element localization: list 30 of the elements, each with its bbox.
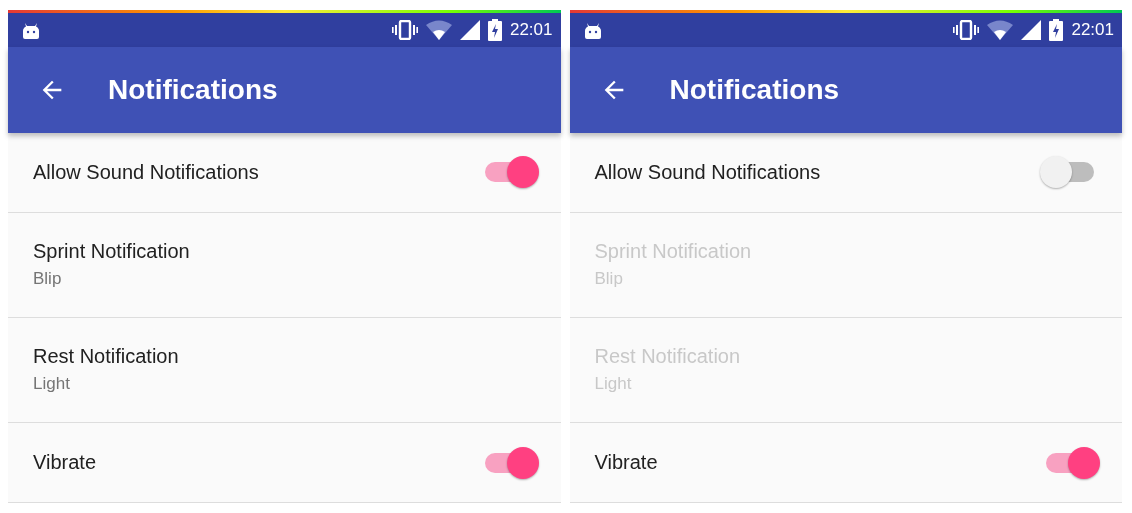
setting-row[interactable]: Rest Notification Light	[8, 317, 561, 424]
setting-title: Vibrate	[33, 451, 96, 475]
setting-row[interactable]: Allow Sound Notifications	[569, 132, 1122, 213]
status-time: 22:01	[509, 19, 553, 40]
setting-row[interactable]: Sprint Notification Blip	[8, 212, 561, 318]
wifi-icon	[425, 19, 452, 40]
vibrate-icon	[953, 19, 980, 40]
app-bar-title: Notifications	[108, 73, 278, 106]
status-time: 22:01	[1071, 19, 1114, 40]
setting-title: Sprint Notification	[33, 240, 190, 264]
setting-title: Vibrate	[594, 451, 658, 475]
battery-charging-icon	[1049, 18, 1064, 41]
switch-thumb[interactable]	[506, 446, 539, 479]
battery-charging-icon	[487, 18, 502, 41]
switch-thumb[interactable]	[1068, 446, 1100, 479]
vibrate-icon	[391, 19, 418, 40]
setting-summary: Light	[33, 374, 71, 395]
setting-title: Allow Sound Notifications	[594, 160, 821, 184]
switch-thumb[interactable]	[1040, 156, 1072, 189]
switch-thumb[interactable]	[506, 156, 539, 189]
setting-row[interactable]: Vibrate	[8, 423, 561, 503]
setting-row[interactable]: Vibrate	[569, 423, 1122, 503]
signal-icon	[1021, 19, 1042, 40]
setting-row[interactable]: Allow Sound Notifications	[8, 132, 561, 213]
app-bar-title: Notifications	[669, 73, 840, 106]
wifi-icon	[987, 19, 1014, 40]
setting-title: Allow Sound Notifications	[33, 160, 259, 184]
setting-summary: Blip	[33, 269, 63, 290]
setting-title: Rest Notification	[33, 345, 179, 369]
signal-icon	[459, 19, 480, 40]
